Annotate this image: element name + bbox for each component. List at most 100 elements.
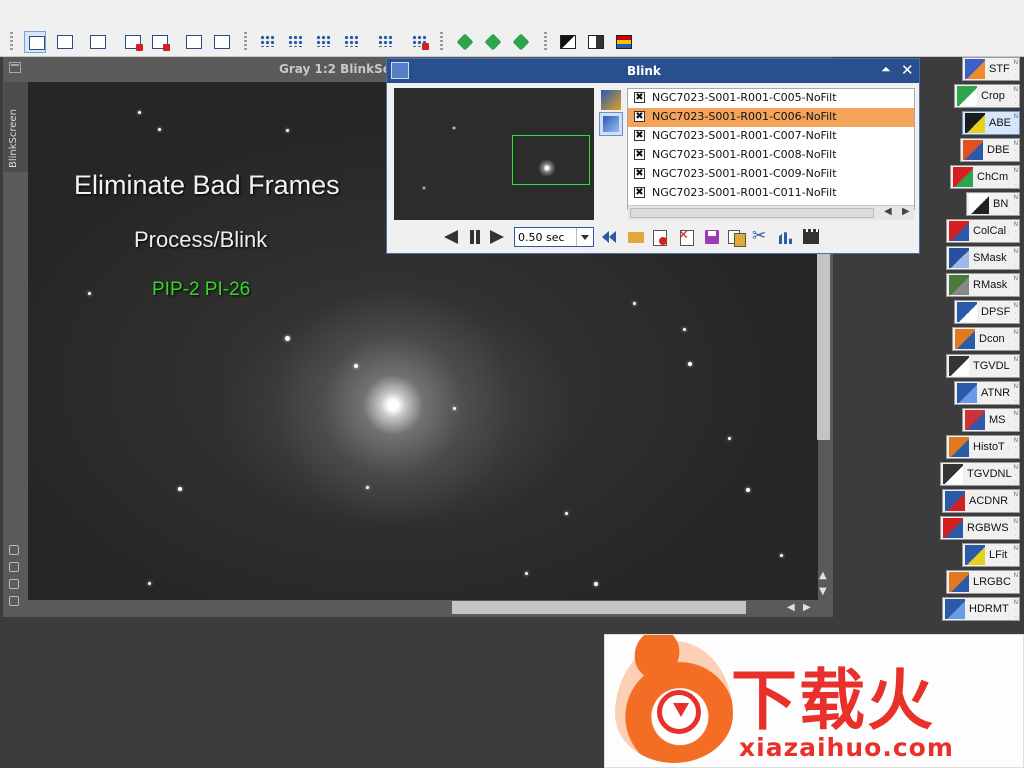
invert-mask-button[interactable] [584, 31, 606, 53]
process-icon-handle[interactable]: N · · [1014, 303, 1018, 324]
process-icon-lrgbc[interactable]: LRGBC N · · [946, 570, 1020, 594]
file-row[interactable]: ✖ NGC7023-S001-R001-C007-NoFilt [628, 127, 914, 146]
grid-button-5[interactable] [374, 31, 396, 53]
process-icon-tgvdnl[interactable]: TGVDNL N · · [940, 462, 1020, 486]
process-icon-handle[interactable]: N · · [1014, 438, 1018, 459]
process-icon-handle[interactable]: N · · [1014, 384, 1018, 405]
toolbar-grip[interactable] [10, 32, 13, 52]
process-icon-handle[interactable]: N · · [1014, 276, 1018, 297]
file-checkbox[interactable]: ✖ [634, 130, 645, 141]
open-folder-button[interactable] [627, 228, 645, 246]
process-icon-handle[interactable]: N · · [1014, 141, 1018, 162]
vertical-scroll-thumb[interactable] [817, 245, 830, 440]
save-button[interactable] [703, 228, 721, 246]
process-icon-handle[interactable]: N · · [1014, 546, 1018, 567]
close-unselected-button[interactable] [677, 228, 695, 246]
process-icon-handle[interactable]: N · · [1014, 168, 1018, 189]
process-icon-handle[interactable]: N · · [1014, 60, 1018, 81]
histogram-view-button[interactable] [601, 90, 621, 110]
file-checkbox[interactable]: ✖ [634, 111, 645, 122]
grid-button-3[interactable] [312, 31, 334, 53]
monitor-button[interactable] [24, 31, 46, 53]
preview-viewport-rect[interactable] [512, 135, 590, 185]
blink-speed-select[interactable]: 0.50 sec [514, 227, 594, 247]
close-selected-button[interactable] [651, 228, 669, 246]
file-row[interactable]: ✖ NGC7023-S001-R001-C005-NoFilt [628, 89, 914, 108]
process-icon-rgbws[interactable]: RGBWS N · · [940, 516, 1020, 540]
process-button-2[interactable] [482, 31, 504, 53]
image-identifier-tab[interactable]: BlinkScreen [4, 82, 30, 172]
toolbar-grip[interactable] [244, 32, 247, 52]
shrink-icon[interactable] [9, 545, 19, 555]
shade-icon[interactable]: ⏶ [881, 62, 891, 77]
process-icon-tgvdl[interactable]: TGVDL N · · [946, 354, 1020, 378]
file-list-hscrollbar[interactable]: ◀ ▶ [628, 205, 914, 220]
close-image-button[interactable] [121, 31, 143, 53]
grid-button-2[interactable] [284, 31, 306, 53]
process-icon-ms[interactable]: MS N · · [962, 408, 1020, 432]
clone-icon[interactable] [9, 579, 19, 589]
process-icon-histot[interactable]: HistoT N · · [946, 435, 1020, 459]
window-menu-icon[interactable] [9, 62, 21, 73]
process-icon-handle[interactable]: N · · [1014, 249, 1018, 270]
process-icon-rmask[interactable]: RMask N · · [946, 273, 1020, 297]
blink-preview[interactable] [394, 88, 594, 220]
go-to-first-button[interactable] [601, 228, 619, 246]
process-icon-handle[interactable]: N · · [1014, 573, 1018, 594]
file-list-scroll-thumb[interactable] [630, 208, 874, 218]
grid-button-4[interactable] [340, 31, 362, 53]
process-icon-handle[interactable]: N · · [1014, 600, 1018, 621]
new-image-button[interactable] [53, 31, 75, 53]
grid-button-1[interactable] [256, 31, 278, 53]
scroll-left-arrow-icon[interactable]: ◀ [787, 602, 795, 613]
import-button[interactable] [86, 31, 108, 53]
toolbar-grip[interactable] [544, 32, 547, 52]
chevron-down-icon[interactable] [576, 228, 593, 246]
process-icon-handle[interactable]: N · · [1014, 330, 1018, 351]
file-row[interactable]: ✖ NGC7023-S001-R001-C011-NoFilt [628, 184, 914, 203]
statistics-button[interactable] [777, 228, 795, 246]
process-icon-handle[interactable]: N · · [1014, 195, 1018, 216]
process-icon-acdnr[interactable]: ACDNR N · · [942, 489, 1020, 513]
process-icon-chcm[interactable]: ChCm N · · [950, 165, 1020, 189]
rgb-button[interactable] [612, 31, 634, 53]
grid-delete-button[interactable] [408, 31, 430, 53]
process-icon-dcon[interactable]: Dcon N · · [952, 327, 1020, 351]
file-row[interactable]: ✖ NGC7023-S001-R001-C008-NoFilt [628, 146, 914, 165]
create-movie-button[interactable] [802, 228, 820, 246]
blink-titlebar[interactable]: Blink ⏶ ✕ [387, 59, 919, 83]
process-icon-smask[interactable]: SMask N · · [946, 246, 1020, 270]
process-icon-handle[interactable]: N · · [1014, 519, 1018, 540]
auto-stretch-button[interactable] [599, 112, 623, 136]
process-icon-handle[interactable]: N · · [1014, 411, 1018, 432]
horizontal-scroll-thumb[interactable] [452, 601, 746, 614]
process-icon-handle[interactable]: N · · [1014, 492, 1018, 513]
process-icon-dbe[interactable]: DBE N · · [960, 138, 1020, 162]
close-icon[interactable]: ✕ [901, 61, 914, 79]
next-frame-button[interactable] [487, 227, 507, 247]
process-icon-handle[interactable]: N · · [1014, 222, 1018, 243]
zoom-fit-icon[interactable] [9, 562, 19, 572]
scroll-right-arrow-icon[interactable]: ▶ [803, 602, 811, 613]
pause-button[interactable] [465, 227, 485, 247]
file-checkbox[interactable]: ✖ [634, 149, 645, 160]
process-icon-handle[interactable]: N · · [1014, 87, 1018, 108]
previous-frame-button[interactable] [441, 227, 461, 247]
scroll-right-arrow-icon[interactable]: ▶ [902, 206, 910, 217]
process-icon-hdrmt[interactable]: HDRMT N · · [942, 597, 1020, 621]
mask-button[interactable] [556, 31, 578, 53]
process-icon-handle[interactable]: N · · [1014, 114, 1018, 135]
file-checkbox[interactable]: ✖ [634, 92, 645, 103]
process-icon-crop[interactable]: Crop N · · [954, 84, 1020, 108]
process-icon-stf[interactable]: STF N · · [962, 57, 1020, 81]
file-row[interactable]: ✖ NGC7023-S001-R001-C009-NoFilt [628, 165, 914, 184]
preview-button[interactable] [182, 31, 204, 53]
close-all-button[interactable] [148, 31, 170, 53]
toolbar-grip[interactable] [440, 32, 443, 52]
file-row-selected[interactable]: ✖ NGC7023-S001-R001-C006-NoFilt [628, 108, 914, 127]
process-icon-lfit[interactable]: LFit N · · [962, 543, 1020, 567]
process-button-1[interactable] [454, 31, 476, 53]
process-icon-bn[interactable]: BN N · · [966, 192, 1020, 216]
scroll-up-arrow-icon[interactable]: ▲ [819, 570, 827, 581]
target-icon[interactable] [9, 596, 19, 606]
